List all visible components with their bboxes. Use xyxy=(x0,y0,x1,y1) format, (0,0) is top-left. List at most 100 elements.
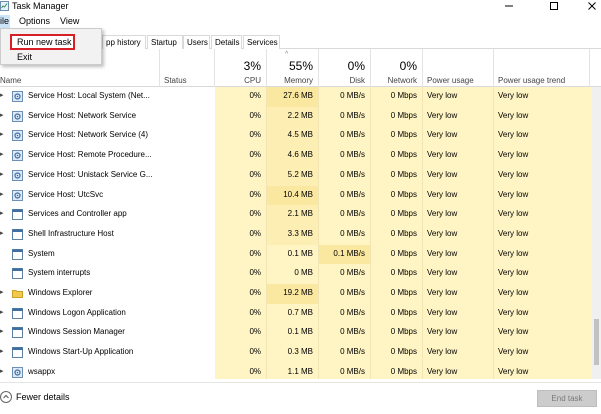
process-disk: 0 MB/s xyxy=(319,284,371,304)
scrollbar-thumb[interactable] xyxy=(594,319,599,365)
process-power-usage: Very low xyxy=(423,284,494,304)
process-network: 0 Mbps xyxy=(371,165,423,186)
expand-chevron-icon[interactable]: ▸ xyxy=(0,146,8,166)
tab-startup[interactable]: Startup xyxy=(147,35,183,49)
process-cpu: 0% xyxy=(215,362,267,379)
process-name: Shell Infrastructure Host xyxy=(28,228,114,238)
process-power-usage: Very low xyxy=(423,224,494,245)
process-memory: 27.6 MB xyxy=(267,87,319,107)
column-network[interactable]: 0% Network xyxy=(371,49,423,87)
process-status xyxy=(160,107,215,127)
process-disk: 0 MB/s xyxy=(319,126,371,147)
process-status xyxy=(160,245,215,265)
process-name: Service Host: Network Service xyxy=(28,110,137,120)
run-new-task-menu-item[interactable]: Run new task xyxy=(10,34,75,50)
column-memory[interactable]: 55% Memory xyxy=(267,49,319,87)
menu-file[interactable]: ile xyxy=(0,15,10,28)
expand-chevron-icon[interactable]: ▸ xyxy=(0,284,8,304)
process-power-usage: Very low xyxy=(423,343,494,364)
process-cpu: 0% xyxy=(215,87,267,107)
process-disk: 0 MB/s xyxy=(319,303,371,324)
process-row[interactable]: ▸ Service Host: Network Service (4) 0% 4.5 … xyxy=(0,126,592,147)
process-row[interactable]: ▸ Service Host: Local System (Net... 0% 27.… xyxy=(0,87,592,107)
process-name: Service Host: Network Service (4) xyxy=(28,130,149,140)
process-name: System xyxy=(28,248,55,258)
process-row[interactable]: ▸ Shell Infrastructure Host 0% 3.3 MB 0 MB/s… xyxy=(0,224,592,245)
process-row[interactable]: ▸ Service Host: UtcSvc 0% 10.4 MB 0 MB/s 0 Mb… xyxy=(0,185,592,206)
end-task-button[interactable]: End task xyxy=(537,390,597,407)
expand-chevron-icon[interactable]: ▸ xyxy=(0,363,8,379)
process-power-trend: Very low xyxy=(494,87,592,107)
process-row[interactable]: ▸ Service Host: Network Service 0% 2.2 MB 0 … xyxy=(0,106,592,127)
process-row[interactable]: ▸ wsappx 0% 1.1 MB 0 MB/s 0 Mbps Very low Very … xyxy=(0,362,592,379)
expand-chevron-icon[interactable]: ▸ xyxy=(0,107,8,127)
process-row[interactable]: System 0% 0.1 MB 0.1 MB/s 0 Mbps Very low Very… xyxy=(0,244,592,265)
column-trend-label: Power usage trend xyxy=(498,76,566,85)
process-network: 0 Mbps xyxy=(371,244,423,265)
expand-chevron-icon[interactable]: ▸ xyxy=(0,343,8,363)
process-status xyxy=(160,323,215,343)
expand-chevron-icon[interactable]: ▸ xyxy=(0,166,8,186)
process-status xyxy=(160,166,215,186)
column-cpu[interactable]: 3% CPU xyxy=(215,49,267,87)
process-memory: 0 MB xyxy=(267,264,319,285)
process-row[interactable]: ▸ Windows Session Manager 0% 0.1 MB 0 MB/s 0 … xyxy=(0,323,592,344)
menu-options[interactable]: Options xyxy=(18,15,51,28)
expand-chevron-icon[interactable]: ▸ xyxy=(0,304,8,324)
expand-chevron-icon[interactable]: ▸ xyxy=(0,225,8,245)
vertical-scrollbar[interactable] xyxy=(592,87,601,379)
tab-users[interactable]: Users xyxy=(183,35,210,49)
expand-chevron-icon[interactable]: ▸ xyxy=(0,205,8,225)
process-power-usage: Very low xyxy=(423,126,494,147)
column-power-usage[interactable]: Power usage xyxy=(423,49,494,87)
window-app-icon xyxy=(12,209,23,221)
process-power-trend: Very low xyxy=(494,146,592,167)
column-status[interactable]: Status xyxy=(160,49,215,87)
process-power-trend: Very low xyxy=(494,343,592,364)
tab-details[interactable]: Details xyxy=(211,35,242,49)
gear-service-icon xyxy=(12,169,23,181)
process-cpu: 0% xyxy=(215,323,267,344)
column-disk[interactable]: 0% Disk xyxy=(319,49,371,87)
maximize-button[interactable] xyxy=(544,0,564,12)
process-power-usage: Very low xyxy=(423,362,494,379)
tab-services[interactable]: Services xyxy=(243,35,280,49)
process-row[interactable]: ▸ Windows Logon Application 0% 0.7 MB 0 MB/s… xyxy=(0,303,592,324)
process-name: Service Host: Remote Procedure... xyxy=(28,150,152,160)
close-button[interactable] xyxy=(585,0,599,12)
folder-icon xyxy=(12,288,23,299)
expand-chevron-icon[interactable]: ▸ xyxy=(0,126,8,146)
process-status xyxy=(160,225,215,245)
process-disk: 0 MB/s xyxy=(319,165,371,186)
process-disk: 0 MB/s xyxy=(319,146,371,167)
window-app-icon xyxy=(12,307,23,319)
column-network-label: Network xyxy=(387,76,417,85)
column-power-trend[interactable]: Power usage trend xyxy=(494,49,590,87)
tab-app-history[interactable]: pp history xyxy=(102,35,146,49)
process-power-trend: Very low xyxy=(494,165,592,186)
process-power-usage: Very low xyxy=(423,185,494,206)
expand-chevron-icon xyxy=(0,264,8,284)
process-network: 0 Mbps xyxy=(371,224,423,245)
process-row[interactable]: ▸ Service Host: Unistack Service G... 0% 5.… xyxy=(0,165,592,186)
process-row[interactable]: ▸ Windows Start-Up Application 0% 0.3 MB 0 M… xyxy=(0,343,592,364)
expand-chevron-icon[interactable]: ▸ xyxy=(0,323,8,343)
minimize-button[interactable] xyxy=(499,0,519,12)
process-status xyxy=(160,264,215,284)
exit-menu-item[interactable]: Exit xyxy=(17,51,32,64)
process-network: 0 Mbps xyxy=(371,303,423,324)
process-row[interactable]: System interrupts 0% 0 MB 0 MB/s 0 Mbps Very … xyxy=(0,264,592,285)
column-name-label: Name xyxy=(0,76,22,85)
gear-service-icon xyxy=(12,150,23,162)
process-row[interactable]: ▸ Service Host: Remote Procedure... 0% 4.6 … xyxy=(0,146,592,167)
process-name: Windows Session Manager xyxy=(28,327,125,337)
menu-view[interactable]: View xyxy=(59,15,80,28)
process-row[interactable]: ▸ Services and Controller app 0% 2.1 MB 0 MB… xyxy=(0,205,592,226)
process-disk: 0 MB/s xyxy=(319,87,371,107)
expand-chevron-icon[interactable]: ▸ xyxy=(0,186,8,206)
process-row[interactable]: ▸ Windows Explorer 0% 19.2 MB 0 MB/s 0 Mbps Ve… xyxy=(0,284,592,304)
window-app-icon xyxy=(12,248,23,260)
expand-chevron-icon[interactable]: ▸ xyxy=(0,87,8,107)
process-disk: 0 MB/s xyxy=(319,224,371,245)
window-app-icon xyxy=(12,228,23,240)
